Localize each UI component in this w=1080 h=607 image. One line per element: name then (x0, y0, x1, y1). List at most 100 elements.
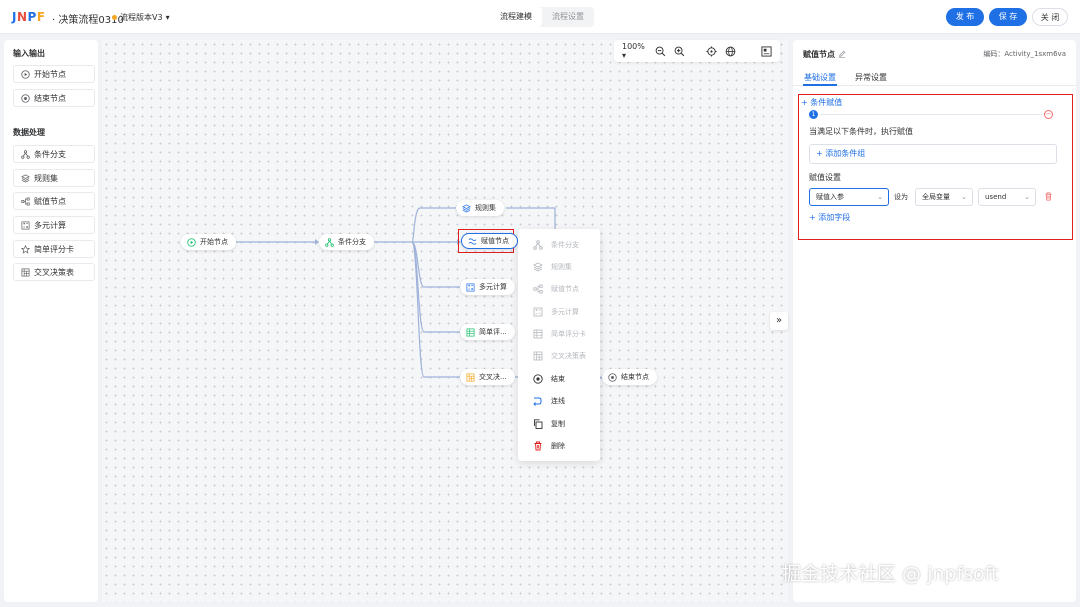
remove-condition-icon[interactable]: − (1044, 110, 1053, 119)
stop-circle-icon (608, 372, 617, 382)
palette-item-label: 条件分支 (34, 149, 66, 159)
palette-item-multicalc[interactable]: 多元计算 (13, 216, 95, 234)
stop-circle-icon (532, 374, 543, 385)
tab-flow-modeling[interactable]: 流程建模 (490, 7, 542, 27)
layers-icon (21, 173, 30, 183)
variable-type-select[interactable]: 全局变量 ⌄ (915, 188, 973, 206)
node-label: 结束节点 (621, 373, 649, 381)
branch-icon (21, 149, 30, 159)
palette-item-crosstable[interactable]: 交叉决策表 (13, 263, 95, 281)
scorecard-icon (532, 329, 543, 340)
ctx-item-branch: 条件分支 (532, 238, 579, 252)
node-ruleset[interactable]: 规则集 (456, 200, 504, 216)
panel-tabs: 基础设置 异常设置 (793, 66, 1076, 86)
node-end[interactable]: 结束节点 (602, 369, 657, 385)
ctx-item-end[interactable]: 结束 (532, 372, 565, 386)
palette-item-label: 规则集 (34, 173, 58, 183)
table-icon (532, 351, 543, 362)
node-assign[interactable]: 赋值节点 (461, 233, 518, 249)
tab-basic-settings[interactable]: 基础设置 (804, 72, 836, 83)
set-as-label: 设为 (894, 193, 908, 201)
assign-settings-label: 赋值设置 (809, 173, 841, 182)
close-button[interactable]: 关 闭 (1032, 8, 1068, 26)
play-circle-icon (21, 69, 30, 79)
branch-icon (325, 237, 334, 247)
node-label: 赋值节点 (481, 237, 509, 245)
node-crosstable[interactable]: 交叉决... (460, 369, 515, 385)
trash-icon[interactable] (1044, 192, 1054, 202)
publish-button[interactable]: 发 布 (946, 8, 984, 26)
scorecard-icon (466, 328, 475, 337)
top-header: JNPF · 决策流程0310 流程版本V3 ▾ 流程建模 流程设置 发 布 保… (0, 0, 1080, 34)
palette-item-label: 结束节点 (34, 93, 66, 103)
palette-item-branch[interactable]: 条件分支 (13, 145, 95, 163)
palette-item-label: 开始节点 (34, 69, 66, 79)
ctx-item-assign: 赋值节点 (532, 282, 579, 296)
version-status-dot (112, 15, 117, 20)
palette-item-label: 多元计算 (34, 220, 66, 230)
ctx-item-copy[interactable]: 复制 (532, 417, 565, 431)
properties-panel: 赋值节点 编码：Activity_1sxm6va 基础设置 异常设置 + 条件赋… (793, 40, 1076, 602)
panel-title: 赋值节点 (803, 49, 846, 60)
connect-line-icon (532, 396, 543, 407)
collapse-panel-button[interactable]: » (770, 312, 788, 330)
chevron-down-icon: ▾ (165, 13, 170, 22)
node-label: 开始节点 (200, 238, 228, 246)
node-multicalc[interactable]: 多元计算 (460, 279, 515, 295)
ctx-item-ruleset: 规则集 (532, 260, 572, 274)
save-button[interactable]: 保 存 (989, 8, 1027, 26)
node-label: 多元计算 (479, 283, 507, 291)
copy-icon (532, 419, 543, 430)
flow-canvas[interactable]: 100% ▾ 开始节点 条件分支 规则集 赋值节点 多元计算 简单评... 交叉… (102, 40, 788, 602)
ctx-item-delete[interactable]: 删除 (532, 439, 565, 453)
node-start[interactable]: 开始节点 (181, 234, 236, 250)
assign-icon (532, 284, 543, 295)
version-label: 流程版本V3 (120, 13, 163, 22)
node-branch[interactable]: 条件分支 (319, 234, 374, 250)
ctx-item-connect[interactable]: 连线 (532, 394, 565, 408)
section-title-data: 数据处理 (13, 128, 45, 137)
node-scorecard[interactable]: 简单评... (460, 324, 515, 340)
flow-edges (233, 205, 606, 380)
chevron-down-icon: ⌄ (1024, 193, 1030, 201)
add-condition-group-button[interactable]: + 添加条件组 (809, 144, 1057, 164)
branch-icon (532, 240, 543, 251)
node-label: 交叉决... (479, 373, 507, 381)
node-palette: 输入输出 开始节点 结束节点 数据处理 条件分支 规则集 赋值节点 多元计算 简… (4, 40, 98, 602)
palette-item-label: 简单评分卡 (34, 244, 74, 254)
assign-icon (21, 197, 30, 206)
palette-item-start[interactable]: 开始节点 (13, 65, 95, 83)
layers-icon (532, 262, 543, 273)
palette-item-assign[interactable]: 赋值节点 (13, 192, 95, 210)
ctx-item-crosstable: 交叉决策表 (532, 349, 586, 363)
play-circle-icon (187, 237, 196, 247)
calculator-icon (532, 307, 543, 318)
star-icon (21, 244, 30, 254)
assign-icon (468, 237, 477, 246)
variable-value-select[interactable]: usend ⌄ (978, 188, 1036, 206)
node-label: 规则集 (475, 204, 496, 212)
ctx-item-scorecard: 简单评分卡 (532, 327, 586, 341)
version-dropdown[interactable]: 流程版本V3 ▾ (112, 12, 170, 23)
watermark-text: 掘金技术社区 @ jnpfsoft (782, 563, 999, 585)
palette-item-label: 赋值节点 (34, 196, 66, 206)
node-context-menu: 条件分支 规则集 赋值节点 多元计算 简单评分卡 交叉决策表 结束 连线 复制 … (518, 229, 600, 461)
palette-item-ruleset[interactable]: 规则集 (13, 169, 95, 187)
step-divider (820, 114, 1042, 115)
tab-flow-settings[interactable]: 流程设置 (542, 7, 594, 27)
palette-item-scorecard[interactable]: 简单评分卡 (13, 240, 95, 258)
trash-icon (532, 441, 543, 452)
table-icon (466, 373, 475, 382)
condition-description: 当满足以下条件时，执行赋值 (809, 127, 913, 136)
assign-target-select[interactable]: 赋值入参 ⌄ (809, 188, 889, 206)
jnpf-logo: JNPF (12, 10, 46, 24)
chevron-down-icon: ⌄ (877, 193, 883, 201)
add-condition-assign-button[interactable]: + 条件赋值 (801, 97, 842, 108)
table-icon (21, 268, 30, 277)
node-label: 简单评... (479, 328, 507, 336)
tab-exception-settings[interactable]: 异常设置 (855, 72, 887, 83)
edit-icon[interactable] (838, 50, 846, 60)
ctx-item-multicalc: 多元计算 (532, 305, 579, 319)
palette-item-end[interactable]: 结束节点 (13, 89, 95, 107)
add-field-button[interactable]: + 添加字段 (809, 212, 850, 223)
